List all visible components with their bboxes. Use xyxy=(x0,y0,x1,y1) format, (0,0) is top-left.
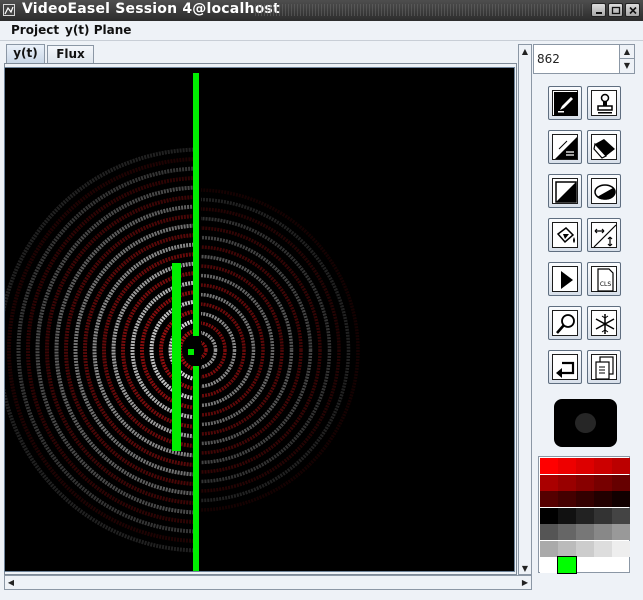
palette-swatch[interactable] xyxy=(558,458,576,474)
tab-flux[interactable]: Flux xyxy=(47,45,94,64)
copy-button[interactable] xyxy=(587,350,621,384)
pencil-button[interactable] xyxy=(548,86,582,120)
palette-swatch[interactable] xyxy=(540,507,558,524)
undo-button[interactable] xyxy=(548,350,582,384)
app-icon xyxy=(3,4,15,16)
window-title: VideoEasel Session 4@localhost xyxy=(22,1,280,17)
frame-input[interactable] xyxy=(534,45,620,73)
palette-swatch[interactable] xyxy=(612,540,630,557)
palette-swatch[interactable] xyxy=(594,491,612,507)
palette-swatch[interactable] xyxy=(558,491,576,507)
close-icon xyxy=(629,6,637,15)
palette-swatch[interactable] xyxy=(576,540,594,557)
color-palette[interactable] xyxy=(538,456,630,574)
gradient-button[interactable] xyxy=(548,130,582,164)
close-button[interactable] xyxy=(625,3,640,17)
palette-swatch[interactable] xyxy=(612,491,630,507)
palette-swatch[interactable] xyxy=(594,458,612,474)
freeze-button[interactable] xyxy=(587,306,621,340)
palette-swatch[interactable] xyxy=(612,458,630,474)
wavefront xyxy=(140,290,197,410)
wavefront xyxy=(111,261,197,439)
play-icon xyxy=(561,271,573,289)
palette-swatch[interactable] xyxy=(558,507,576,524)
slit-marker xyxy=(188,349,194,355)
ellipse-icon xyxy=(594,184,616,200)
palette-swatch[interactable] xyxy=(576,458,594,474)
scroll-left-icon[interactable]: ◀ xyxy=(5,576,17,588)
spin-down-icon[interactable]: ▼ xyxy=(619,59,634,73)
clear-screen-label: CLS xyxy=(600,281,612,288)
palette-swatch[interactable] xyxy=(612,507,630,524)
barrier-block xyxy=(172,263,181,451)
stamp-button[interactable] xyxy=(587,86,621,120)
menu-project[interactable]: Project xyxy=(11,23,59,37)
palette-swatch[interactable] xyxy=(594,474,612,491)
undo-icon xyxy=(556,361,575,378)
gradient-fill-icon xyxy=(555,137,577,159)
palette-swatch[interactable] xyxy=(594,540,612,557)
wave-pattern xyxy=(5,73,360,571)
rectangle-button[interactable] xyxy=(548,174,582,208)
stamp-icon xyxy=(597,93,613,114)
eraser-icon xyxy=(593,139,615,159)
palette-swatch[interactable] xyxy=(540,491,558,507)
brush-shape xyxy=(575,413,596,433)
maximize-button[interactable] xyxy=(608,3,623,17)
spin-up-icon[interactable]: ▲ xyxy=(619,45,634,59)
scroll-up-icon[interactable]: ▲ xyxy=(519,45,531,57)
ellipse-button[interactable] xyxy=(587,174,621,208)
barrier-wall xyxy=(193,73,199,571)
palette-swatch[interactable] xyxy=(558,474,576,491)
clear-screen-icon: CLS xyxy=(597,268,614,292)
vertical-scrollbar[interactable]: ▲ ▼ xyxy=(518,44,532,575)
title-grip xyxy=(255,4,583,16)
title-bar[interactable]: VideoEasel Session 4@localhost xyxy=(0,0,643,21)
rectangle-icon xyxy=(555,181,577,203)
palette-swatch[interactable] xyxy=(576,474,594,491)
clear-screen-button[interactable]: CLS xyxy=(587,262,621,296)
palette-swatch[interactable] xyxy=(558,524,576,540)
minimize-button[interactable] xyxy=(591,3,606,17)
palette-swatch[interactable] xyxy=(576,491,594,507)
scroll-right-icon[interactable]: ▶ xyxy=(519,576,531,588)
maximize-icon xyxy=(611,6,621,15)
palette-swatch[interactable] xyxy=(540,474,558,491)
palette-swatch[interactable] xyxy=(576,507,594,524)
paint-bucket-button[interactable] xyxy=(548,218,582,252)
resize-button[interactable] xyxy=(587,218,621,252)
palette-swatch[interactable] xyxy=(540,524,558,540)
play-button[interactable] xyxy=(548,262,582,296)
freeze-icon xyxy=(595,314,615,334)
frame-spinner[interactable]: ▲ ▼ xyxy=(533,44,635,74)
palette-swatch[interactable] xyxy=(594,507,612,524)
wavefront xyxy=(64,214,197,486)
eraser-button[interactable] xyxy=(587,130,621,164)
palette-swatch[interactable] xyxy=(612,474,630,491)
tab-yt[interactable]: y(t) xyxy=(6,44,45,64)
palette-swatch[interactable] xyxy=(558,540,576,557)
menubar: Project y(t) Plane xyxy=(0,21,643,41)
brush-preview xyxy=(554,399,617,447)
paint-bucket-icon xyxy=(556,227,575,244)
zoom-button[interactable] xyxy=(548,306,582,340)
wavefront xyxy=(16,166,197,534)
zoom-icon xyxy=(556,314,575,334)
minimize-icon xyxy=(596,12,602,14)
palette-swatch[interactable] xyxy=(594,524,612,540)
palette-swatch[interactable] xyxy=(612,524,630,540)
wave-canvas[interactable] xyxy=(4,67,515,572)
menu-plane[interactable]: y(t) Plane xyxy=(65,23,131,37)
pencil-icon xyxy=(554,92,578,116)
palette-swatch[interactable] xyxy=(557,556,577,574)
palette-swatch[interactable] xyxy=(540,540,558,557)
resize-icon xyxy=(593,224,617,248)
copy-icon xyxy=(595,356,614,380)
wavefront xyxy=(130,280,197,420)
palette-swatch[interactable] xyxy=(576,524,594,540)
palette-swatch[interactable] xyxy=(540,557,558,573)
horizontal-scrollbar[interactable]: ◀ ▶ xyxy=(4,575,532,590)
palette-swatch[interactable] xyxy=(540,458,558,474)
scroll-down-icon[interactable]: ▼ xyxy=(519,562,531,574)
